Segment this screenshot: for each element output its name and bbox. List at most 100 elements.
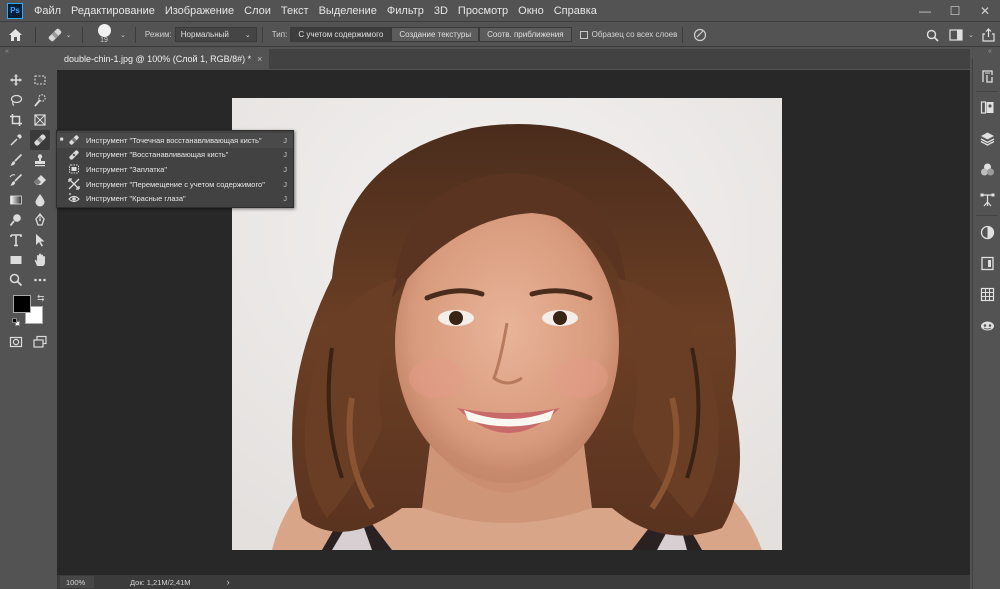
menu-help[interactable]: Справка bbox=[549, 0, 602, 22]
menu-edit[interactable]: Редактирование bbox=[66, 0, 160, 22]
healing-brush-icon bbox=[69, 150, 79, 160]
crop-tool[interactable] bbox=[6, 110, 26, 130]
panel-dock bbox=[972, 58, 1000, 589]
flyout-item-red-eye[interactable]: Инструмент "Красные глаза" J bbox=[57, 191, 293, 206]
divider bbox=[82, 26, 83, 43]
flyout-item-label: Инструмент "Заплатка" bbox=[86, 164, 167, 174]
menu-select[interactable]: Выделение bbox=[314, 0, 382, 22]
foreground-color-swatch[interactable] bbox=[13, 295, 31, 313]
channels-panel-button[interactable] bbox=[975, 157, 999, 181]
brush-picker[interactable]: 19 bbox=[88, 23, 120, 47]
menu-file[interactable]: Файл bbox=[29, 0, 66, 22]
search-button[interactable] bbox=[920, 23, 944, 47]
chevron-down-icon[interactable]: ⌄ bbox=[120, 31, 126, 39]
document-tab[interactable]: double-chin-1.jpg @ 100% (Слой 1, RGB/8#… bbox=[57, 49, 269, 69]
blur-tool[interactable] bbox=[30, 190, 50, 210]
menu-view[interactable]: Просмотр bbox=[453, 0, 513, 22]
close-button[interactable]: ✕ bbox=[970, 0, 1000, 22]
home-button[interactable] bbox=[0, 23, 30, 47]
history-brush-tool[interactable] bbox=[6, 170, 26, 190]
spot-healing-brush-icon bbox=[69, 135, 79, 145]
share-button[interactable] bbox=[976, 23, 1000, 47]
dodge-tool[interactable] bbox=[6, 210, 26, 230]
brush-tool[interactable] bbox=[6, 150, 26, 170]
type-icon bbox=[10, 234, 22, 247]
gradient-tool[interactable] bbox=[6, 190, 26, 210]
portrait-photo[interactable] bbox=[232, 98, 782, 550]
spot-healing-brush-tool[interactable] bbox=[30, 130, 50, 150]
menu-filter[interactable]: Фильтр bbox=[382, 0, 429, 22]
rectangle-tool[interactable] bbox=[6, 250, 26, 270]
maximize-button[interactable]: ☐ bbox=[940, 0, 970, 22]
swap-colors-icon[interactable]: ⇆ bbox=[37, 293, 45, 304]
panel-collapse-toggle[interactable]: « bbox=[988, 48, 992, 56]
more-tools[interactable] bbox=[30, 270, 50, 290]
menu-3d[interactable]: 3D bbox=[429, 0, 453, 22]
swatches-panel-button[interactable] bbox=[975, 282, 999, 306]
tab-close-icon[interactable]: × bbox=[257, 54, 262, 64]
menu-layers[interactable]: Слои bbox=[239, 0, 276, 22]
move-icon bbox=[10, 74, 22, 86]
flyout-item-patch[interactable]: Инструмент "Заплатка" J bbox=[57, 162, 293, 177]
flyout-item-healing-brush[interactable]: Инструмент "Восстанавливающая кисть" J bbox=[57, 148, 293, 163]
pressure-size-button[interactable] bbox=[688, 23, 712, 47]
3d-panel-button[interactable] bbox=[975, 313, 999, 337]
flyout-item-spot-healing-brush[interactable]: ■ Инструмент "Точечная восстанавливающая… bbox=[57, 133, 293, 148]
quick-selection-icon bbox=[34, 94, 46, 107]
clone-stamp-icon bbox=[35, 154, 45, 167]
frame-tool[interactable] bbox=[30, 110, 50, 130]
divider bbox=[261, 26, 263, 43]
type-tool[interactable] bbox=[6, 230, 26, 250]
default-colors-icon[interactable] bbox=[12, 318, 20, 326]
screen-mode-button[interactable] bbox=[30, 332, 50, 352]
hand-tool[interactable] bbox=[30, 250, 50, 270]
menu-image[interactable]: Изображение bbox=[160, 0, 239, 22]
status-expand-arrow[interactable]: › bbox=[227, 577, 230, 587]
rectangle-icon bbox=[10, 256, 22, 264]
paths-icon bbox=[980, 193, 994, 206]
adjustments-panel-button[interactable] bbox=[975, 220, 999, 244]
portrait-image bbox=[232, 98, 782, 550]
chevron-down-icon[interactable]: ⌄ bbox=[968, 31, 976, 39]
eraser-tool[interactable] bbox=[30, 170, 50, 190]
home-icon bbox=[8, 28, 22, 41]
menu-type[interactable]: Текст bbox=[276, 0, 314, 22]
clone-stamp-tool[interactable] bbox=[30, 150, 50, 170]
sample-all-layers-checkbox[interactable] bbox=[579, 30, 588, 39]
quick-mask-button[interactable] bbox=[6, 332, 26, 352]
history-panel-button[interactable] bbox=[975, 64, 999, 88]
move-tool[interactable] bbox=[6, 70, 26, 90]
mode-select[interactable]: Нормальный ⌄ bbox=[174, 27, 257, 42]
properties-panel-button[interactable] bbox=[975, 251, 999, 275]
status-bar: 100% Док: 1,21M/2,41M › bbox=[57, 575, 970, 589]
minimize-button[interactable]: — bbox=[910, 0, 940, 22]
zoom-tool[interactable] bbox=[6, 270, 26, 290]
type-content-aware-button[interactable]: С учетом содержимого bbox=[290, 27, 392, 42]
type-proximity-match-button[interactable]: Соотв. приближения bbox=[479, 27, 572, 42]
type-create-texture-button[interactable]: Создание текстуры bbox=[391, 27, 480, 42]
eyedropper-tool[interactable] bbox=[6, 130, 26, 150]
quick-selection-tool[interactable] bbox=[30, 90, 50, 110]
properties-icon bbox=[980, 256, 994, 270]
paths-panel-button[interactable] bbox=[975, 188, 999, 212]
toolbar-collapse-toggle[interactable]: « bbox=[5, 48, 9, 56]
zoom-level-field[interactable]: 100% bbox=[60, 576, 94, 588]
pen-tool[interactable] bbox=[30, 210, 50, 230]
shortcut-key: J bbox=[283, 164, 287, 174]
lasso-tool[interactable] bbox=[6, 90, 26, 110]
menu-window[interactable]: Окно bbox=[513, 0, 549, 22]
tool-preset-picker[interactable]: ⌄ bbox=[41, 24, 77, 46]
eraser-icon bbox=[34, 175, 46, 185]
divider bbox=[976, 91, 998, 92]
libraries-panel-button[interactable] bbox=[975, 95, 999, 119]
path-selection-tool[interactable] bbox=[30, 230, 50, 250]
eyedropper-icon bbox=[10, 134, 22, 146]
workspace-button[interactable] bbox=[944, 23, 968, 47]
crop-icon bbox=[10, 114, 22, 126]
document-tab-bar: double-chin-1.jpg @ 100% (Слой 1, RGB/8#… bbox=[57, 49, 970, 69]
marquee-tool[interactable] bbox=[30, 70, 50, 90]
flyout-item-content-aware-move[interactable]: Инструмент "Перемещение с учетом содержи… bbox=[57, 177, 293, 192]
pen-icon bbox=[35, 213, 45, 226]
layers-panel-button[interactable] bbox=[975, 126, 999, 150]
flyout-item-label: Инструмент "Перемещение с учетом содержи… bbox=[86, 179, 265, 189]
